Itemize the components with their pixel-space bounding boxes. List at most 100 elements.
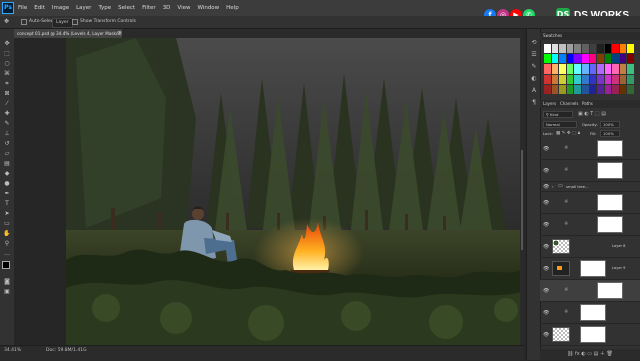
color-swatch[interactable] (559, 84, 566, 94)
layer-thumbnail[interactable] (552, 327, 570, 342)
layer-row[interactable]: 👁︎ (540, 324, 640, 346)
color-swatch[interactable] (597, 44, 604, 54)
move-tool-icon[interactable]: ✥ (3, 41, 11, 47)
color-swatch[interactable] (619, 64, 627, 74)
color-swatch[interactable] (581, 74, 589, 84)
color-swatch[interactable] (566, 64, 574, 74)
color-swatch[interactable] (544, 84, 551, 94)
opacity-field[interactable]: 100% (600, 121, 620, 128)
menu-type[interactable]: Type (98, 0, 111, 16)
color-swatch[interactable] (566, 74, 574, 84)
marquee-tool-icon[interactable]: ⬚ (3, 51, 11, 57)
path-select-icon[interactable]: ➤ (3, 211, 11, 217)
crop-tool-icon[interactable]: ⌗ (3, 81, 11, 87)
layer-row[interactable]: 👁︎ ☼ (540, 192, 640, 214)
menu-help[interactable]: Help (226, 0, 239, 16)
color-swatch[interactable] (551, 54, 559, 64)
photoshop-app-icon[interactable]: Ps (2, 2, 14, 14)
quick-select-tool-icon[interactable]: ⌘ (3, 71, 11, 77)
expand-arrow-icon[interactable]: › (552, 183, 554, 190)
visibility-eye-icon[interactable]: 👁︎ (543, 184, 549, 190)
more-tools-icon[interactable]: … (3, 251, 11, 257)
menu-image[interactable]: Image (52, 0, 69, 16)
frame-tool-icon[interactable]: ⊠ (3, 91, 11, 97)
color-swatch[interactable] (612, 74, 619, 84)
blur-tool-icon[interactable]: ◆ (3, 171, 11, 177)
auto-select-dropdown[interactable]: Layer (52, 18, 73, 28)
layer-row[interactable]: 👁︎ ☼ (540, 160, 640, 182)
healing-brush-icon[interactable]: ✚ (3, 111, 11, 117)
color-swatch[interactable] (551, 64, 559, 74)
blend-mode-dropdown[interactable]: Normal (543, 121, 577, 128)
color-swatch[interactable] (574, 44, 581, 54)
history-brush-icon[interactable]: ↺ (3, 141, 11, 147)
properties-panel-icon[interactable]: ☰ (530, 51, 538, 58)
color-swatch[interactable] (627, 44, 634, 54)
auto-select-checkbox[interactable] (21, 19, 27, 25)
menu-3d[interactable]: 3D (163, 0, 171, 16)
color-swatch[interactable] (619, 84, 627, 94)
quick-mask-icon[interactable]: ◙ (3, 279, 11, 285)
brush-panel-icon[interactable]: ✎ (530, 63, 538, 70)
color-swatch[interactable] (581, 44, 589, 54)
color-swatch[interactable] (619, 54, 627, 64)
visibility-eye-icon[interactable]: 👁︎ (543, 168, 549, 174)
layer-mask-thumbnail[interactable] (580, 326, 606, 343)
color-swatch[interactable] (581, 64, 589, 74)
document-canvas[interactable] (66, 38, 522, 345)
color-swatch[interactable] (544, 54, 551, 64)
scrollbar-thumb[interactable] (521, 150, 523, 250)
layer-filter-kind[interactable]: ⚲ Kind (543, 111, 573, 118)
color-swatch[interactable] (627, 84, 634, 94)
color-swatch[interactable] (627, 64, 634, 74)
color-swatch[interactable] (551, 74, 559, 84)
color-swatch[interactable] (559, 54, 566, 64)
screen-mode-icon[interactable]: ▣ (3, 289, 11, 295)
color-swatch[interactable] (597, 74, 604, 84)
color-swatch[interactable] (612, 54, 619, 64)
color-swatch[interactable] (627, 74, 634, 84)
lasso-tool-icon[interactable]: ○ (3, 61, 11, 67)
color-swatch[interactable] (574, 84, 581, 94)
rectangle-tool-icon[interactable]: ▭ (3, 221, 11, 227)
brush-tool-icon[interactable]: ✎ (3, 121, 11, 127)
color-swatch[interactable] (612, 64, 619, 74)
tab-swatches[interactable]: Swatches (543, 32, 562, 40)
color-swatch[interactable] (619, 44, 627, 54)
character-panel-icon[interactable]: A (530, 87, 538, 94)
pen-tool-icon[interactable]: ✒ (3, 191, 11, 197)
menu-select[interactable]: Select (118, 0, 135, 16)
visibility-eye-icon[interactable]: 👁︎ (543, 288, 549, 294)
layer-row-selected[interactable]: 👁︎ ☼ (540, 280, 640, 302)
lock-icons[interactable]: ▩ ✎ ✥ ⬚ 🔒︎ (556, 130, 580, 137)
color-swatch[interactable] (581, 84, 589, 94)
color-swatch[interactable] (544, 74, 551, 84)
adjustments-panel-icon[interactable]: ◐ (530, 75, 538, 82)
color-swatch[interactable] (566, 44, 574, 54)
transform-controls-checkbox[interactable] (72, 19, 78, 25)
gradient-tool-icon[interactable]: ▤ (3, 161, 11, 167)
layer-mask-thumbnail[interactable] (580, 304, 606, 321)
color-swatch[interactable] (544, 44, 551, 54)
visibility-eye-icon[interactable]: 👁︎ (543, 222, 549, 228)
tab-layers[interactable]: Layers (543, 100, 556, 108)
color-swatch[interactable] (559, 44, 566, 54)
foreground-color-swatch[interactable] (2, 261, 10, 269)
layer-mask-thumbnail[interactable] (597, 194, 623, 211)
layer-mask-thumbnail[interactable] (597, 216, 623, 233)
layer-row[interactable]: 👁︎ Layer 9 (540, 258, 640, 280)
menu-window[interactable]: Window (197, 0, 219, 16)
color-swatch[interactable] (574, 54, 581, 64)
zoom-tool-icon[interactable]: ⚲ (3, 241, 11, 247)
visibility-eye-icon[interactable]: 👁︎ (543, 146, 549, 152)
color-swatch[interactable] (612, 84, 619, 94)
color-swatch[interactable] (604, 44, 612, 54)
document-info[interactable]: Doc: 59.8M/1.41G (46, 346, 87, 356)
layer-mask-thumbnail[interactable] (597, 162, 623, 179)
layer-filter-icons[interactable]: ▣ ◐ T ⬚ ▤ (578, 111, 606, 118)
color-swatch[interactable] (551, 44, 559, 54)
eyedropper-tool-icon[interactable]: ⁄ (3, 101, 11, 107)
menu-layer[interactable]: Layer (76, 0, 91, 16)
history-panel-icon[interactable]: ⟲ (530, 39, 538, 46)
dodge-tool-icon[interactable]: ● (3, 181, 11, 187)
